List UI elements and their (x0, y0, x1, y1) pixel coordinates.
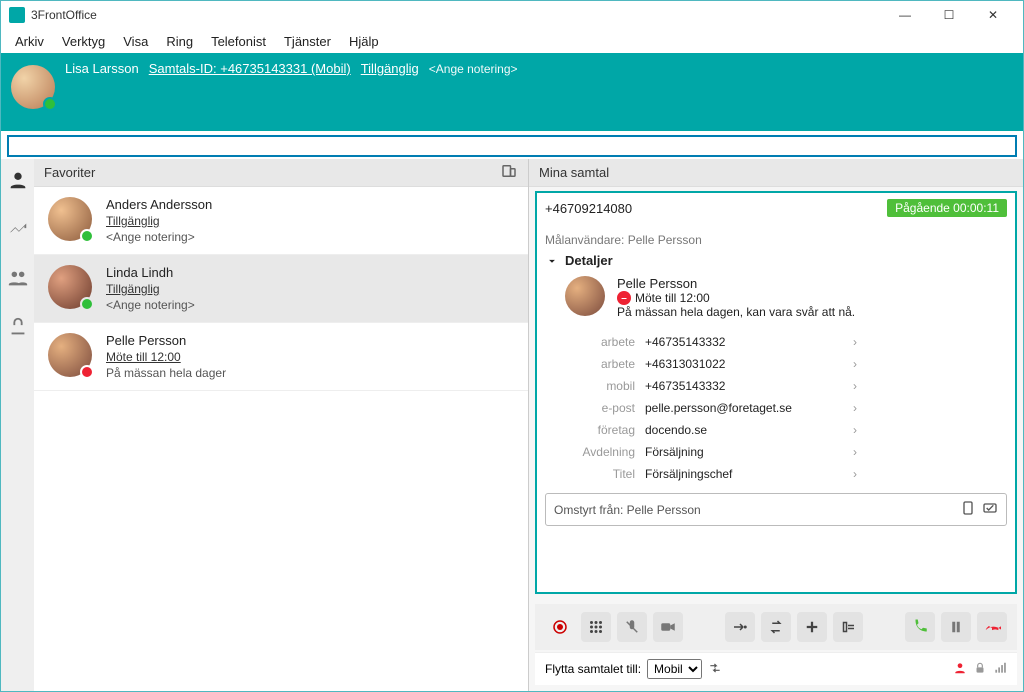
target-avatar (565, 276, 605, 316)
target-note: På mässan hela dagen, kan vara svår att … (617, 305, 855, 319)
calls-header: Mina samtal (539, 165, 609, 180)
user-banner: Lisa Larsson Samtals-ID: +46735143331 (M… (1, 53, 1023, 131)
move-go-icon[interactable] (708, 661, 722, 678)
menu-verktyg[interactable]: Verktyg (54, 32, 113, 51)
field-row[interactable]: TitelFörsäljningschef› (545, 463, 1007, 485)
favorite-status[interactable]: Tillgänglig (106, 282, 195, 296)
contact-fields: arbete+46735143332› arbete+46313031022› … (545, 331, 1007, 485)
call-controls (535, 604, 1017, 650)
move-call-bar: Flytta samtalet till: Mobil (535, 652, 1017, 685)
presence-status-icon[interactable] (953, 661, 967, 678)
call-status-badge: Pågående 00:00:11 (887, 199, 1007, 217)
user-avatar[interactable] (11, 65, 55, 109)
left-iconbar (1, 159, 34, 691)
field-row[interactable]: arbete+46313031022› (545, 353, 1007, 375)
chevron-down-icon (545, 254, 559, 268)
favorite-note: På mässan hela dager (106, 366, 226, 380)
favorite-note[interactable]: <Ange notering> (106, 230, 212, 244)
titlebar: 3FrontOffice — ☐ ✕ (1, 1, 1023, 29)
card-icon[interactable] (976, 500, 998, 519)
chevron-right-icon: › (853, 379, 1007, 393)
move-label: Flytta samtalet till: (545, 662, 641, 676)
forward-button[interactable] (725, 612, 755, 642)
lock-icon[interactable] (973, 661, 987, 678)
busy-icon: – (617, 291, 631, 305)
user-name: Lisa Larsson (65, 61, 139, 76)
favorites-panel: Favoriter Anders Andersson Tillgänglig <… (34, 159, 529, 691)
favorite-item[interactable]: Pelle Persson Möte till 12:00 På mässan … (34, 323, 528, 391)
chevron-right-icon: › (853, 445, 1007, 459)
favorite-name: Pelle Persson (106, 333, 226, 348)
chevron-right-icon: › (853, 357, 1007, 371)
contacts-icon[interactable] (7, 169, 29, 196)
field-row[interactable]: mobil+46735143332› (545, 375, 1007, 397)
chevron-right-icon: › (853, 335, 1007, 349)
favorite-status[interactable]: Tillgänglig (106, 214, 212, 228)
user-caller-id[interactable]: Samtals-ID: +46735143331 (Mobil) (149, 61, 351, 76)
menu-ring[interactable]: Ring (158, 32, 201, 51)
call-target: Målanvändare: Pelle Persson (545, 233, 1007, 247)
favorite-name: Anders Andersson (106, 197, 212, 212)
redirect-box: Omstyrt från: Pelle Persson (545, 493, 1007, 526)
mute-button[interactable] (617, 612, 647, 642)
favorites-header: Favoriter (44, 165, 95, 180)
menu-hjalp[interactable]: Hjälp (341, 32, 387, 51)
video-button[interactable] (653, 612, 683, 642)
user-note[interactable]: <Ange notering> (429, 62, 518, 76)
dialpad-button[interactable] (581, 612, 611, 642)
close-button[interactable]: ✕ (971, 1, 1015, 29)
favorite-status[interactable]: Möte till 12:00 (106, 350, 226, 364)
redirect-label: Omstyrt från: Pelle Persson (554, 503, 701, 517)
favorite-note[interactable]: <Ange notering> (106, 298, 195, 312)
favorite-item[interactable]: Linda Lindh Tillgänglig <Ange notering> (34, 255, 528, 323)
maximize-button[interactable]: ☐ (927, 1, 971, 29)
chevron-right-icon: › (853, 401, 1007, 415)
move-select[interactable]: Mobil (647, 659, 702, 679)
favorite-name: Linda Lindh (106, 265, 195, 280)
calls-panel: Mina samtal +46709214080 Pågående 00:00:… (529, 159, 1023, 691)
presence-dot (80, 365, 94, 379)
avatar (48, 197, 92, 241)
chevron-right-icon: › (853, 423, 1007, 437)
user-status[interactable]: Tillgänglig (361, 61, 419, 76)
favorite-item[interactable]: Anders Andersson Tillgänglig <Ange noter… (34, 187, 528, 255)
menu-visa[interactable]: Visa (115, 32, 156, 51)
field-row[interactable]: företagdocendo.se› (545, 419, 1007, 441)
groups-icon[interactable] (7, 267, 29, 294)
details-toggle[interactable]: Detaljer (545, 253, 1007, 268)
active-call: +46709214080 Pågående 00:00:11 Målanvänd… (535, 191, 1017, 594)
missed-icon[interactable] (7, 218, 29, 245)
presence-dot (80, 229, 94, 243)
menu-telefonist[interactable]: Telefonist (203, 32, 274, 51)
menu-tjanster[interactable]: Tjänster (276, 32, 339, 51)
menubar: Arkiv Verktyg Visa Ring Telefonist Tjäns… (1, 29, 1023, 53)
chevron-right-icon: › (853, 467, 1007, 481)
avatar (48, 265, 92, 309)
field-row[interactable]: AvdelningFörsäljning› (545, 441, 1007, 463)
minimize-button[interactable]: — (883, 1, 927, 29)
search-input[interactable] (7, 135, 1017, 157)
avatar (48, 333, 92, 377)
target-status: Möte till 12:00 (635, 291, 710, 305)
swap-button[interactable] (761, 612, 791, 642)
window-title: 3FrontOffice (31, 8, 883, 22)
transfer-icon[interactable] (7, 316, 29, 343)
hold-button[interactable] (941, 612, 971, 642)
field-row[interactable]: arbete+46735143332› (545, 331, 1007, 353)
user-presence-dot (43, 97, 57, 111)
answer-button[interactable] (905, 612, 935, 642)
menu-arkiv[interactable]: Arkiv (7, 32, 52, 51)
park-button[interactable] (833, 612, 863, 642)
add-button[interactable] (797, 612, 827, 642)
hangup-button[interactable] (977, 612, 1007, 642)
presence-dot (80, 297, 94, 311)
signal-icon[interactable] (993, 661, 1007, 678)
field-row[interactable]: e-postpelle.persson@foretaget.se› (545, 397, 1007, 419)
call-number: +46709214080 (545, 201, 887, 216)
target-name: Pelle Persson (617, 276, 855, 291)
devices-icon[interactable] (500, 162, 518, 183)
record-button[interactable] (545, 612, 575, 642)
app-icon (9, 7, 25, 23)
phone-square-icon[interactable] (954, 500, 976, 519)
